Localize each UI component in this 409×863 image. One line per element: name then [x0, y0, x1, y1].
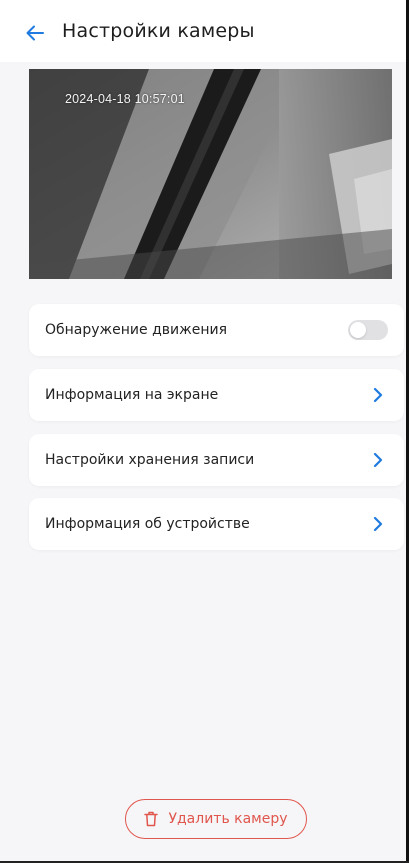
toggle-knob: [350, 322, 366, 338]
preview-timestamp: 2024-04-18 10:57:01: [65, 92, 185, 106]
device-info-row[interactable]: Информация об устройстве: [29, 498, 404, 550]
storage-settings-row[interactable]: Настройки хранения записи: [29, 434, 404, 486]
screen-info-row[interactable]: Информация на экране: [29, 369, 404, 421]
motion-detection-toggle[interactable]: [348, 320, 388, 340]
storage-settings-label: Настройки хранения записи: [45, 452, 255, 468]
screen-info-label: Информация на экране: [45, 387, 219, 403]
chevron-right-icon: [373, 516, 383, 532]
back-button[interactable]: [22, 20, 48, 46]
trash-icon: [144, 811, 159, 827]
chevron-right-icon: [373, 452, 383, 468]
motion-detection-row[interactable]: Обнаружение движения: [29, 304, 404, 356]
arrow-left-icon: [26, 25, 44, 41]
camera-preview[interactable]: 2024-04-18 10:57:01: [29, 69, 392, 279]
motion-detection-label: Обнаружение движения: [45, 322, 228, 338]
device-info-label: Информация об устройстве: [45, 516, 250, 532]
chevron-right-icon: [373, 387, 383, 403]
delete-camera-button[interactable]: Удалить камеру: [125, 799, 307, 839]
delete-camera-label: Удалить камеру: [168, 811, 288, 827]
app-header: Настройки камеры: [0, 0, 406, 62]
page-title: Настройки камеры: [62, 20, 255, 42]
